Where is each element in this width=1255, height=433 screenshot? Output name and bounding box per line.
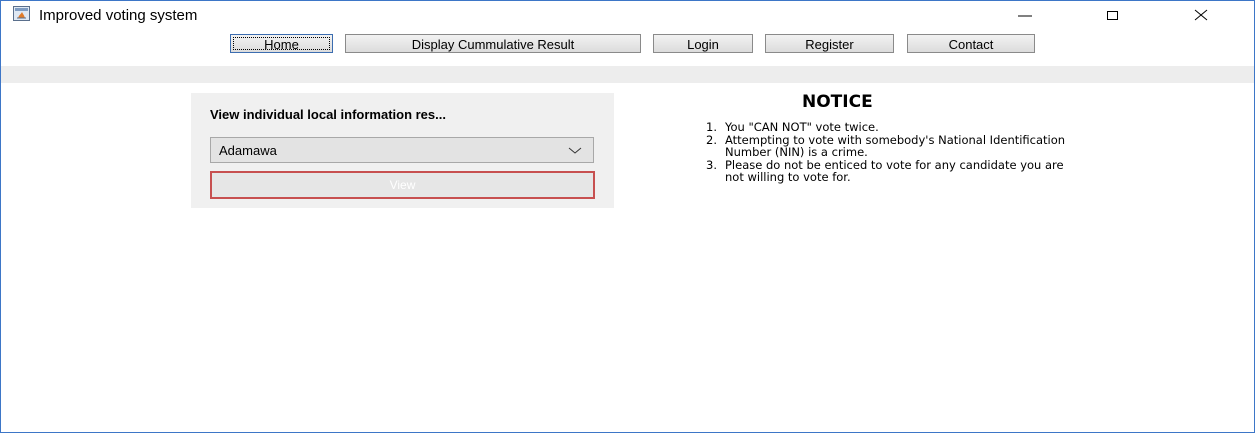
display-cumulative-result-button[interactable]: Display Cummulative Result xyxy=(345,34,641,53)
view-button[interactable]: View xyxy=(210,171,595,199)
maximize-icon xyxy=(1107,11,1118,20)
notice-list: 1. You "CAN NOT" vote twice. 2. Attempti… xyxy=(706,121,1066,184)
close-button[interactable] xyxy=(1172,1,1230,29)
login-button[interactable]: Login xyxy=(653,34,753,53)
register-button[interactable]: Register xyxy=(765,34,894,53)
window-title: Improved voting system xyxy=(39,7,198,24)
separator-strip xyxy=(1,66,1254,83)
chevron-down-icon xyxy=(568,147,582,154)
minimize-icon xyxy=(1018,15,1032,17)
java-app-icon xyxy=(13,6,30,21)
notice-item-number: 3. xyxy=(706,157,717,172)
minimize-button[interactable] xyxy=(996,1,1054,29)
notice-item-number: 2. xyxy=(706,132,717,147)
notice-item-text: Attempting to vote with somebody's Natio… xyxy=(725,132,1066,159)
notice-title: NOTICE xyxy=(802,92,873,112)
notice-item-text: Please do not be enticed to vote for any… xyxy=(725,157,1064,184)
maximize-button[interactable] xyxy=(1083,1,1141,29)
title-bar[interactable]: Improved voting system xyxy=(1,1,1254,31)
panel-title: View individual local information res... xyxy=(210,107,446,122)
home-button[interactable]: Home xyxy=(230,34,333,53)
state-select-value: Adamawa xyxy=(219,143,277,158)
notice-item: 3. Please do not be enticed to vote for … xyxy=(706,157,1066,184)
close-icon xyxy=(1194,9,1208,21)
local-results-panel: View individual local information res...… xyxy=(191,93,614,208)
state-select[interactable]: Adamawa xyxy=(210,137,594,163)
contact-button[interactable]: Contact xyxy=(907,34,1035,53)
app-window: Improved voting system Home Display Cumm… xyxy=(0,0,1255,433)
notice-item-number: 1. xyxy=(706,120,717,134)
notice-item: 2. Attempting to vote with somebody's Na… xyxy=(706,132,1066,159)
top-nav: Home Display Cummulative Result Login Re… xyxy=(1,31,1254,63)
